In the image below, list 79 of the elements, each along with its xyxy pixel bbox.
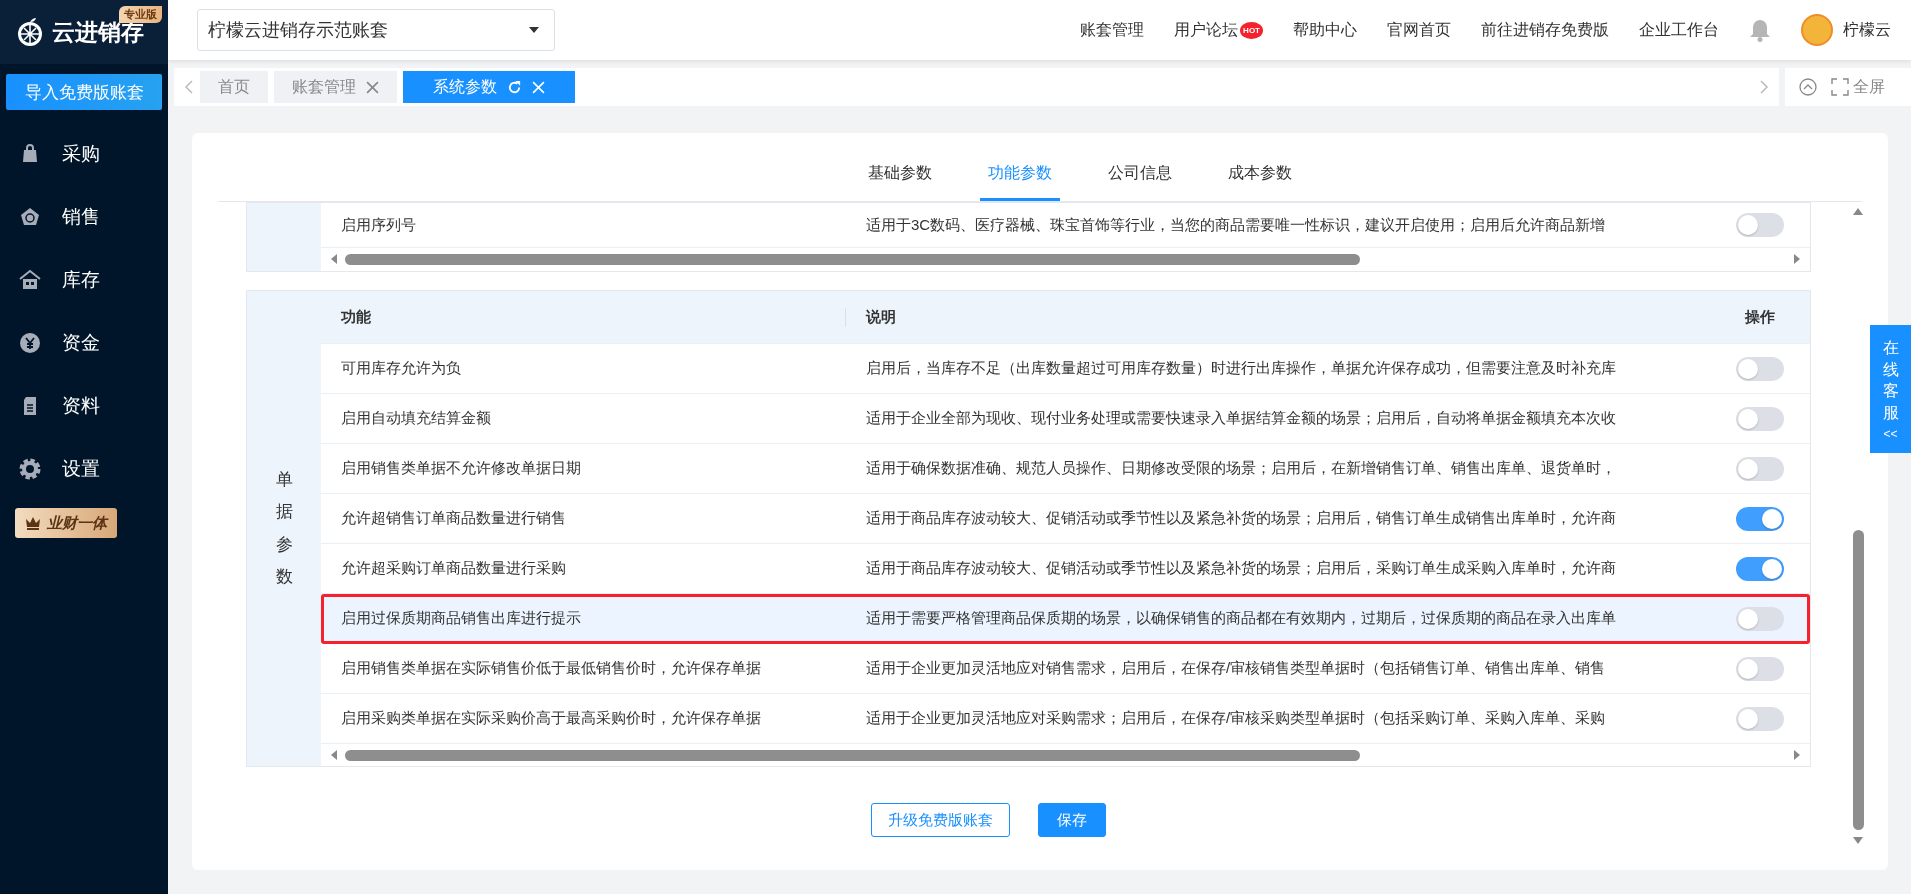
avatar[interactable] — [1801, 14, 1833, 46]
scroll-right-icon[interactable] — [1792, 749, 1802, 761]
house-icon — [18, 267, 42, 292]
table-row[interactable]: 允许超销售订单商品数量进行销售 适用于商品库存波动较大、促销活动或季节性以及紧急补货的场景；启用后，销售订单生成销售出库单时，允许商 — [321, 494, 1810, 544]
table-cell-text: 启用序列号 — [340, 215, 417, 235]
nav-link[interactable]: 用户论坛 HOT — [1174, 19, 1263, 41]
chevron-right-icon[interactable] — [1759, 79, 1769, 95]
table-cell-text: 适用于企业更加灵活地应对销售需求，启用后，在保存/审核销售类型单据时（包括销售订单、销售出库单、销售 — [865, 659, 1607, 678]
group-label: 单据参数 — [275, 468, 293, 588]
toggle-switch[interactable] — [1736, 213, 1784, 237]
table-cell-text: 适用于3C数码、医疗器械、珠宝首饰等行业，当您的商品需要唯一性标识，建议开启使用；启用后允许商品新增 — [865, 215, 1607, 235]
nav-link[interactable]: 帮助中心 — [1293, 19, 1357, 41]
promo-button[interactable]: 业财一体 — [15, 508, 117, 538]
table-cell-text: 适用于确保数据准确、规范人员操作、日期修改受限的场景；启用后，在新增销售订单、销售出库单、退货单时， — [865, 459, 1617, 478]
settings-tab[interactable]: 基础参数 — [860, 147, 940, 201]
table-row[interactable]: 启用采购类单据在实际采购价高于最高采购价时，允许保存单据 适用于企业更加灵活地应对采购需求；启用后，在保存/审核采购类型单据时（包括采购订单、采购入库单、采购 — [321, 694, 1810, 744]
toggle-switch[interactable] — [1736, 406, 1784, 431]
crown-icon — [25, 516, 41, 530]
sidebar-item[interactable]: 设置 — [0, 437, 168, 500]
column-header: 说明 — [864, 307, 897, 327]
collapse-up-icon[interactable] — [1799, 78, 1817, 96]
table-cell-text: 启用销售类单据不允许修改单据日期 — [340, 459, 582, 478]
table-cell-text: 适用于企业更加灵活地应对采购需求；启用后，在保存/审核采购类型单据时（包括采购订单、采购入库单、采购 — [865, 709, 1607, 728]
caret-icon — [528, 26, 540, 34]
table-cell-text: 适用于商品库存波动较大、促销活动或季节性以及紧急补货的场景；启用后，采购订单生成采购入库单时，允许商 — [865, 559, 1617, 578]
edition-badge: 专业版 — [119, 6, 162, 23]
column-header: 功能 — [321, 307, 846, 327]
table-cell-text: 启用自动填充结算金额 — [340, 409, 492, 428]
scroll-left-icon[interactable] — [329, 253, 339, 265]
table-cell-text: 启用过保质期商品销售出库进行提示 — [340, 609, 582, 628]
scrollbar-thumb[interactable] — [345, 253, 1360, 265]
settings-tab[interactable]: 公司信息 — [1100, 147, 1180, 201]
notification-bell-icon[interactable] — [1749, 18, 1771, 42]
nav-link[interactable]: 账套管理 — [1080, 19, 1145, 41]
toggle-switch[interactable] — [1736, 506, 1784, 531]
nav-link[interactable]: 前往进销存免费版 — [1481, 19, 1609, 41]
scroll-down-icon[interactable] — [1852, 836, 1864, 846]
table-cell-text: 启用销售类单据在实际销售价低于最低销售价时，允许保存单据 — [340, 659, 762, 678]
close-icon[interactable] — [366, 80, 379, 94]
sidebar-item[interactable]: 库存 — [0, 248, 168, 311]
column-header: 操作 — [1745, 307, 1775, 327]
account-select[interactable]: 柠檬云进销存示范账套 — [197, 9, 555, 51]
toggle-switch[interactable] — [1736, 606, 1784, 631]
yen-coin-icon — [18, 330, 42, 355]
nav-link[interactable]: 企业工作台 — [1639, 19, 1719, 41]
table-cell-text: 允许超采购订单商品数量进行采购 — [340, 559, 567, 578]
sidebar-item[interactable]: 资金 — [0, 311, 168, 374]
scroll-up-icon[interactable] — [1852, 206, 1864, 216]
nav-link[interactable]: 官网首页 — [1387, 19, 1451, 41]
table-row[interactable]: 启用销售类单据不允许修改单据日期 适用于确保数据准确、规范人员操作、日期修改受限的场景；启用后，在新增销售订单、销售出库单、退货单时， — [321, 444, 1810, 494]
table-row[interactable]: 启用销售类单据在实际销售价低于最低销售价时，允许保存单据 适用于企业更加灵活地应对销售需求，启用后，在保存/审核销售类型单据时（包括销售订单、销售出库单、销售 — [321, 644, 1810, 694]
toggle-switch[interactable] — [1736, 356, 1784, 381]
table-cell-text: 适用于企业全部为现收、现付业务处理或需要快速录入单据结算金额的场景；启用后，自动将单据金额填充本次收 — [865, 409, 1617, 428]
scrollbar-thumb[interactable] — [345, 749, 1360, 761]
fullscreen-icon — [1831, 78, 1849, 96]
table-cell-text: 启用采购类单据在实际采购价高于最高采购价时，允许保存单据 — [340, 709, 762, 728]
table-cell-text: 适用于商品库存波动较大、促销活动或季节性以及紧急补货的场景；启用后，销售订单生成销售出库单时，允许商 — [865, 509, 1617, 528]
sidebar-item[interactable]: 资料 — [0, 374, 168, 437]
toggle-switch[interactable] — [1736, 706, 1784, 731]
settings-icon — [18, 456, 42, 481]
table-row[interactable]: 启用过保质期商品销售出库进行提示 适用于需要严格管理商品保质期的场景，以确保销售的商品都在有效期内，过期后，过保质期的商品在录入出库单 — [321, 594, 1810, 644]
table-cell-text: 可用库存允许为负 — [340, 359, 462, 378]
toggle-switch[interactable] — [1736, 556, 1784, 581]
table-cell-text: 启用后，当库存不足（出库数量超过可用库存数量）时进行出库操作，单据允许保存成功，但需要注意及时补充库 — [865, 359, 1617, 378]
sidebar-item[interactable]: 销售 — [0, 185, 168, 248]
toggle-switch[interactable] — [1736, 456, 1784, 481]
user-name[interactable]: 柠檬云 — [1843, 19, 1891, 41]
scroll-left-icon[interactable] — [329, 749, 339, 761]
table-row[interactable]: 启用自动填充结算金额 适用于企业全部为现收、现付业务处理或需要快速录入单据结算金额的场景；启用后，自动将单据金额填充本次收 — [321, 394, 1810, 444]
toggle-switch[interactable] — [1736, 656, 1784, 681]
sidebar-item[interactable]: 采购 — [0, 122, 168, 185]
table-row[interactable]: 可用库存允许为负 启用后，当库存不足（出库数量超过可用库存数量）时进行出库操作，单据允许保存成功，但需要注意及时补充库 — [321, 344, 1810, 394]
scrollbar-thumb[interactable] — [1852, 530, 1864, 830]
scroll-right-icon[interactable] — [1792, 253, 1802, 265]
refresh-icon[interactable] — [507, 79, 522, 95]
settings-tab[interactable]: 成本参数 — [1220, 147, 1300, 201]
chevron-left-icon[interactable] — [184, 79, 194, 95]
table-cell-text: 允许超销售订单商品数量进行销售 — [340, 509, 567, 528]
table-cell-text: 适用于需要严格管理商品保质期的场景，以确保销售的商品都在有效期内，过期后，过保质期的商品在录入出库单 — [865, 609, 1617, 628]
